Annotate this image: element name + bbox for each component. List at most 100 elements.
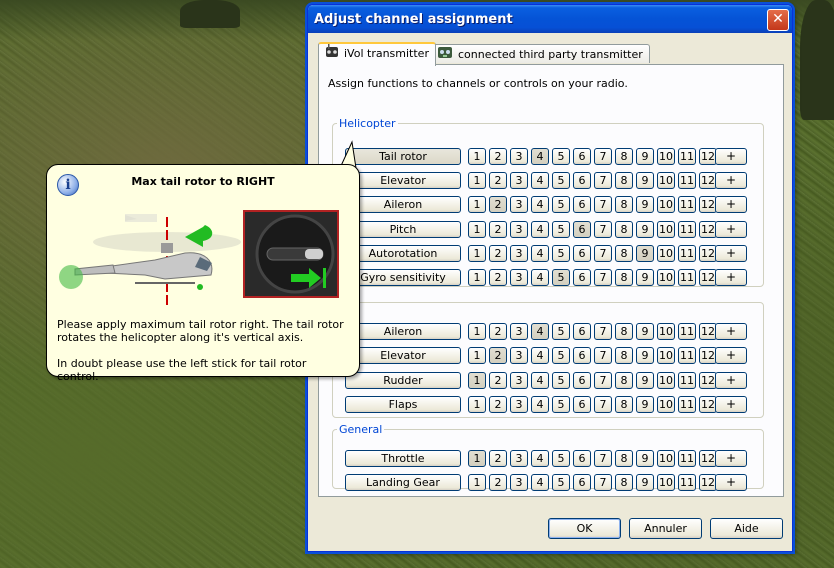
channel-button[interactable]: 6: [573, 474, 591, 491]
function-button[interactable]: Gyro sensitivity: [345, 269, 461, 286]
channel-button[interactable]: 10: [657, 196, 675, 214]
channel-button[interactable]: 11: [678, 269, 696, 286]
channel-button[interactable]: 9: [636, 269, 654, 286]
function-button[interactable]: Pitch: [345, 220, 461, 238]
channel-button[interactable]: 9: [636, 450, 654, 467]
add-channel-button[interactable]: +: [715, 450, 747, 467]
channel-button[interactable]: 11: [678, 172, 696, 190]
channel-button[interactable]: 1: [468, 269, 486, 286]
channel-button[interactable]: 8: [615, 395, 633, 413]
channel-button[interactable]: 1: [468, 323, 486, 340]
channel-button[interactable]: 5: [552, 172, 570, 190]
channel-button[interactable]: 8: [615, 220, 633, 238]
channel-button[interactable]: 5: [552, 244, 570, 262]
channel-button[interactable]: 5: [552, 148, 570, 165]
channel-button[interactable]: 8: [615, 323, 633, 340]
channel-button[interactable]: 1: [468, 172, 486, 190]
channel-button[interactable]: 4: [531, 220, 549, 238]
channel-button[interactable]: 7: [594, 220, 612, 238]
channel-button[interactable]: 2: [489, 395, 507, 413]
channel-button[interactable]: 8: [615, 269, 633, 286]
function-button[interactable]: Autorotation: [345, 244, 461, 262]
function-button[interactable]: Throttle: [345, 450, 461, 467]
channel-button[interactable]: 2: [489, 244, 507, 262]
channel-button[interactable]: 2: [489, 347, 507, 365]
channel-button[interactable]: 4: [531, 196, 549, 214]
channel-button[interactable]: 11: [678, 220, 696, 238]
channel-button[interactable]: 11: [678, 474, 696, 491]
channel-button[interactable]: 4: [531, 474, 549, 491]
add-channel-button[interactable]: +: [715, 347, 747, 365]
channel-button[interactable]: 7: [594, 347, 612, 365]
channel-button[interactable]: 10: [657, 323, 675, 340]
channel-button[interactable]: 9: [636, 196, 654, 214]
channel-button[interactable]: 9: [636, 395, 654, 413]
add-channel-button[interactable]: +: [715, 220, 747, 238]
channel-button[interactable]: 10: [657, 148, 675, 165]
channel-button[interactable]: 6: [573, 395, 591, 413]
channel-button[interactable]: 10: [657, 269, 675, 286]
channel-button[interactable]: 9: [636, 474, 654, 491]
channel-button[interactable]: 5: [552, 347, 570, 365]
function-button[interactable]: Rudder: [345, 371, 461, 389]
channel-button[interactable]: 3: [510, 148, 528, 165]
channel-button[interactable]: 8: [615, 474, 633, 491]
channel-button[interactable]: 7: [594, 450, 612, 467]
channel-button[interactable]: 2: [489, 474, 507, 491]
channel-button[interactable]: 11: [678, 371, 696, 389]
channel-button[interactable]: 2: [489, 172, 507, 190]
add-channel-button[interactable]: +: [715, 269, 747, 286]
channel-button[interactable]: 10: [657, 450, 675, 467]
channel-button[interactable]: 4: [531, 172, 549, 190]
function-button[interactable]: Landing Gear: [345, 474, 461, 491]
channel-button[interactable]: 8: [615, 196, 633, 214]
channel-button[interactable]: 1: [468, 395, 486, 413]
function-button[interactable]: Aileron: [345, 196, 461, 214]
channel-button[interactable]: 8: [615, 450, 633, 467]
channel-button[interactable]: 4: [531, 395, 549, 413]
channel-button[interactable]: 6: [573, 450, 591, 467]
help-button[interactable]: Aide: [710, 518, 783, 539]
channel-button[interactable]: 4: [531, 347, 549, 365]
channel-button[interactable]: 2: [489, 196, 507, 214]
channel-button[interactable]: 5: [552, 371, 570, 389]
channel-button[interactable]: 10: [657, 474, 675, 491]
channel-button[interactable]: 3: [510, 172, 528, 190]
channel-button[interactable]: 4: [531, 371, 549, 389]
channel-button[interactable]: 9: [636, 244, 654, 262]
channel-button[interactable]: 3: [510, 474, 528, 491]
channel-button[interactable]: 9: [636, 347, 654, 365]
add-channel-button[interactable]: +: [715, 172, 747, 190]
channel-button[interactable]: 7: [594, 196, 612, 214]
channel-button[interactable]: 3: [510, 323, 528, 340]
channel-button[interactable]: 10: [657, 371, 675, 389]
channel-button[interactable]: 2: [489, 148, 507, 165]
function-button[interactable]: Elevator: [345, 347, 461, 365]
channel-button[interactable]: 5: [552, 269, 570, 286]
channel-button[interactable]: 7: [594, 244, 612, 262]
channel-button[interactable]: 9: [636, 371, 654, 389]
channel-button[interactable]: 4: [531, 323, 549, 340]
channel-button[interactable]: 3: [510, 371, 528, 389]
dialog-titlebar[interactable]: Adjust channel assignment ✕: [308, 5, 792, 33]
channel-button[interactable]: 6: [573, 347, 591, 365]
function-button[interactable]: Aileron: [345, 323, 461, 340]
channel-button[interactable]: 5: [552, 450, 570, 467]
channel-button[interactable]: 8: [615, 148, 633, 165]
channel-button[interactable]: 2: [489, 220, 507, 238]
channel-button[interactable]: 2: [489, 269, 507, 286]
channel-button[interactable]: 10: [657, 244, 675, 262]
function-button[interactable]: Elevator: [345, 172, 461, 190]
add-channel-button[interactable]: +: [715, 196, 747, 214]
channel-button[interactable]: 4: [531, 269, 549, 286]
channel-button[interactable]: 6: [573, 172, 591, 190]
add-channel-button[interactable]: +: [715, 244, 747, 262]
channel-button[interactable]: 4: [531, 244, 549, 262]
channel-button[interactable]: 8: [615, 172, 633, 190]
function-button[interactable]: Flaps: [345, 395, 461, 413]
tab-ivol-transmitter[interactable]: iVol transmitter: [318, 42, 436, 66]
channel-button[interactable]: 8: [615, 371, 633, 389]
channel-button[interactable]: 7: [594, 371, 612, 389]
channel-button[interactable]: 3: [510, 220, 528, 238]
add-channel-button[interactable]: +: [715, 474, 747, 491]
